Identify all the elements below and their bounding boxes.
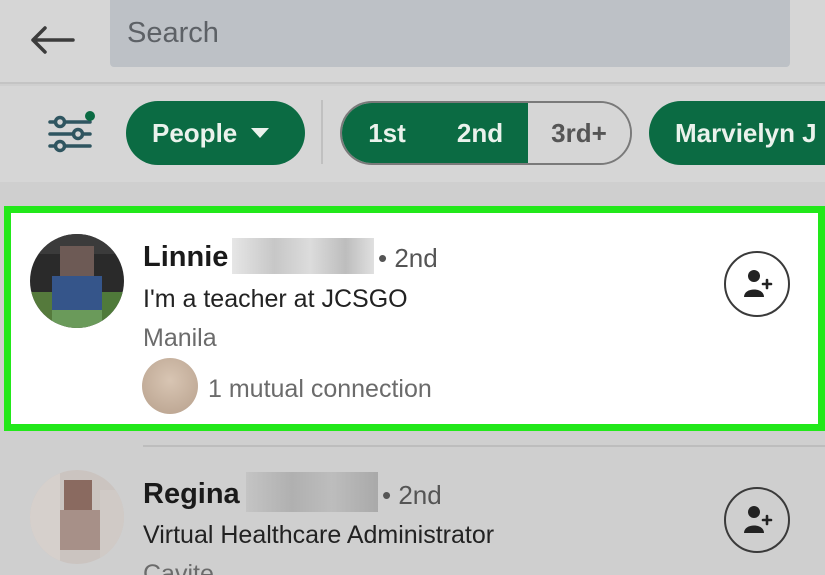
connect-button[interactable] [724,251,790,317]
add-person-icon [744,506,773,533]
degree-2nd-option[interactable]: 2nd [432,103,528,163]
search-placeholder: Search [127,17,219,49]
people-filter-chip[interactable]: People [126,101,305,165]
result-headline: Virtual Healthcare Administrator [143,521,495,549]
result-separator [143,445,825,447]
avatar[interactable] [30,470,124,564]
caret-down-icon [251,128,270,138]
name-filter-label: Marvielyn J [675,117,817,148]
redacted-surname [246,472,378,512]
result-location: Manila [143,324,217,352]
all-filters-button[interactable] [44,110,100,158]
back-button[interactable] [22,18,82,62]
people-filter-label: People [152,117,238,148]
result-name[interactable]: Regina [143,478,240,511]
connection-degree: • 2nd [378,243,438,273]
filter-divider [321,100,323,164]
list-gap [0,182,825,206]
result-name[interactable]: Linnie [143,241,228,274]
connection-degree: • 2nd [382,480,442,510]
avatar[interactable] [30,234,124,328]
search-input[interactable]: Search [110,0,790,67]
degree-1st-option[interactable]: 1st [342,103,432,163]
degree-3rd-option[interactable]: 3rd+ [528,103,630,163]
redacted-surname [232,238,374,274]
result-headline: I'm a teacher at JCSGO [143,285,408,313]
mutual-connection-avatar [142,358,198,414]
add-person-icon [744,270,773,297]
result-location: Cavite [143,560,214,575]
connect-button[interactable] [724,487,790,553]
filter-sliders-icon [48,111,95,153]
mutual-connections[interactable]: 1 mutual connection [208,375,432,404]
connection-degree-filter: 1st 2nd 3rd+ [340,101,632,165]
back-arrow-icon [31,26,75,54]
name-filter-chip[interactable]: Marvielyn J [649,101,825,165]
